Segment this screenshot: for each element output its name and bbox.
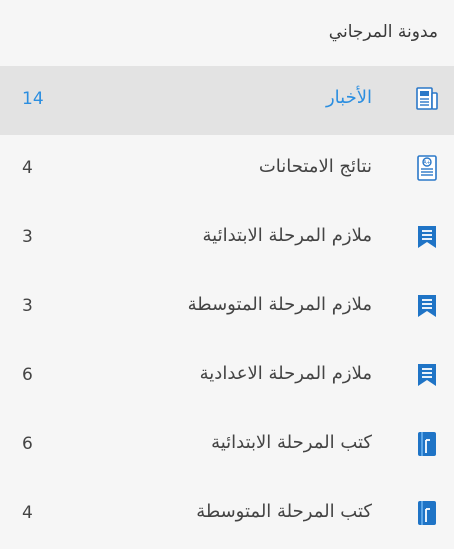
item-label: ملازم المرحلة الاعدادية bbox=[199, 363, 372, 384]
item-count: 4 bbox=[22, 158, 33, 178]
drawer-header: مدونة المرجاني bbox=[0, 0, 454, 66]
item-label: ملازم المرحلة المتوسطة bbox=[187, 294, 372, 315]
book-icon bbox=[416, 500, 436, 526]
book-icon bbox=[416, 431, 436, 457]
blog-title: مدونة المرجاني bbox=[328, 22, 438, 42]
category-item-intermediate-notes[interactable]: 3 ملازم المرحلة المتوسطة bbox=[0, 273, 454, 342]
category-item-news[interactable]: 14 الأخبار bbox=[0, 66, 454, 135]
item-count: 6 bbox=[22, 434, 33, 454]
category-item-preparatory-notes[interactable]: 6 ملازم المرحلة الاعدادية bbox=[0, 342, 454, 411]
item-count: 6 bbox=[22, 365, 33, 385]
item-label: ملازم المرحلة الابتدائية bbox=[202, 225, 372, 246]
exam-results-icon: A+ bbox=[416, 155, 437, 181]
newspaper-icon bbox=[416, 86, 438, 112]
item-label: الأخبار bbox=[325, 87, 372, 108]
item-count: 14 bbox=[22, 89, 44, 109]
svg-text:A+: A+ bbox=[423, 160, 431, 166]
item-label: كتب المرحلة الابتدائية bbox=[211, 432, 372, 453]
category-item-primary-notes[interactable]: 3 ملازم المرحلة الابتدائية bbox=[0, 204, 454, 273]
bookmark-icon bbox=[416, 293, 436, 319]
item-count: 3 bbox=[22, 296, 33, 316]
bookmark-icon bbox=[416, 224, 436, 250]
category-item-intermediate-books[interactable]: 4 كتب المرحلة المتوسطة bbox=[0, 480, 454, 549]
item-label: نتائج الامتحانات bbox=[258, 156, 372, 177]
category-item-primary-books[interactable]: 6 كتب المرحلة الابتدائية bbox=[0, 411, 454, 480]
item-label: كتب المرحلة المتوسطة bbox=[196, 501, 372, 522]
item-count: 4 bbox=[22, 503, 33, 523]
bookmark-icon bbox=[416, 362, 436, 388]
category-list: 14 الأخبار 4 نتائج الامتحانات A+ 3 ملازم… bbox=[0, 66, 454, 549]
category-item-exam-results[interactable]: 4 نتائج الامتحانات A+ bbox=[0, 135, 454, 204]
item-count: 3 bbox=[22, 227, 33, 247]
